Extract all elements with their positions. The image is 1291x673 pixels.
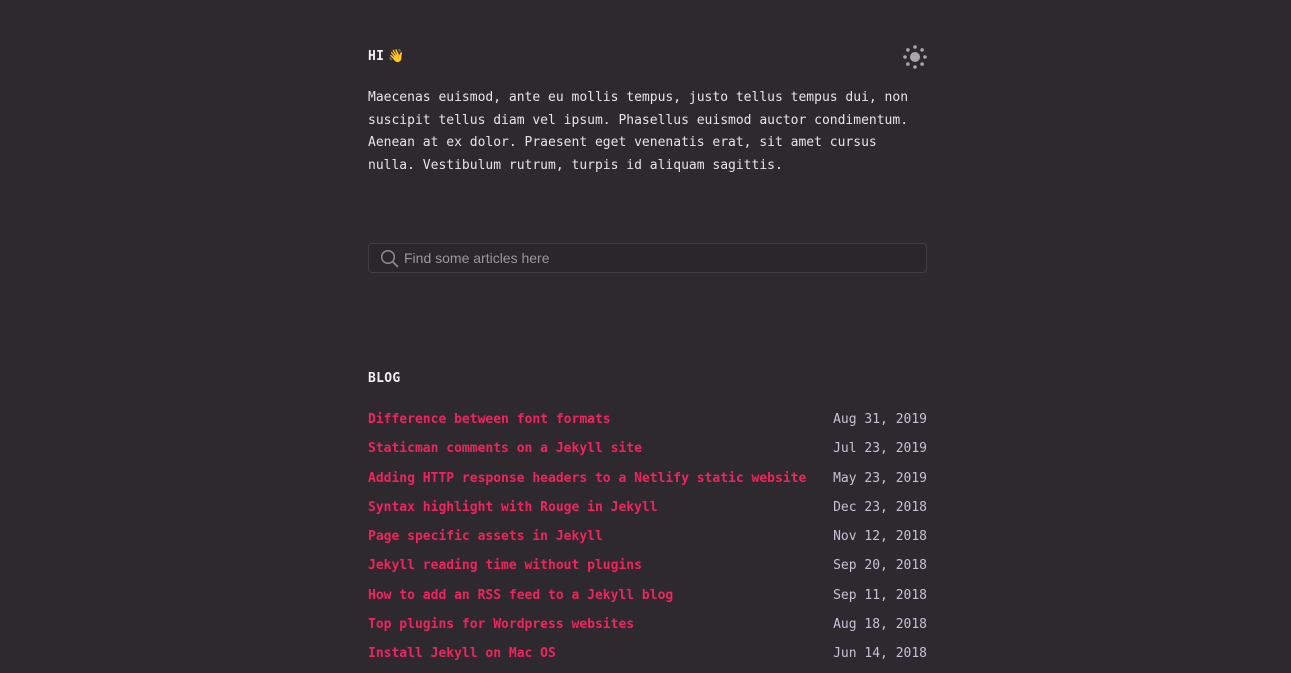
- post-date: Aug 18, 2018: [833, 617, 927, 633]
- list-item: How to add an RSS feed to a Jekyll blog …: [368, 585, 927, 614]
- sun-icon: [903, 45, 927, 69]
- list-item: Difference between font formats Aug 31, …: [368, 409, 927, 438]
- post-date: Sep 20, 2018: [833, 558, 927, 574]
- post-link[interactable]: Difference between font formats: [368, 412, 611, 427]
- list-item: Top plugins for Wordpress websites Aug 1…: [368, 614, 927, 643]
- post-date: Jul 23, 2019: [833, 441, 927, 457]
- list-item: Syntax highlight with Rouge in Jekyll De…: [368, 497, 927, 526]
- search-icon: [380, 249, 399, 268]
- post-date: Sep 11, 2018: [833, 587, 927, 603]
- post-date: Aug 31, 2019: [833, 412, 927, 427]
- list-item: Install Jekyll on Mac OS Jun 14, 2018: [368, 643, 927, 672]
- theme-toggle-button[interactable]: [902, 44, 928, 70]
- post-date: May 23, 2019: [833, 470, 927, 486]
- post-link[interactable]: Jekyll reading time without plugins: [368, 558, 642, 573]
- intro-paragraph: Maecenas euismod, ante eu mollis tempus,…: [368, 90, 909, 174]
- list-item: Adding HTTP response headers to a Netlif…: [368, 468, 927, 497]
- post-link[interactable]: Page specific assets in Jekyll: [368, 529, 603, 544]
- list-item: Page specific assets in Jekyll Nov 12, 2…: [368, 526, 927, 555]
- post-link[interactable]: Syntax highlight with Rouge in Jekyll: [368, 500, 658, 515]
- search-input[interactable]: [404, 244, 914, 272]
- post-link[interactable]: Install Jekyll on Mac OS: [368, 646, 556, 661]
- page-header: HI 👋: [368, 44, 928, 70]
- post-date: Dec 23, 2018: [833, 499, 927, 515]
- greeting-text: HI: [368, 49, 385, 64]
- search-box[interactable]: [368, 243, 927, 273]
- blog-post-list: Difference between font formats Aug 31, …: [368, 409, 927, 673]
- post-link[interactable]: How to add an RSS feed to a Jekyll blog: [368, 588, 673, 603]
- post-link[interactable]: Adding HTTP response headers to a Netlif…: [368, 471, 806, 486]
- greeting-heading: HI 👋: [368, 49, 405, 64]
- blog-section-title: BLOG: [368, 371, 401, 386]
- post-link[interactable]: Staticman comments on a Jekyll site: [368, 441, 642, 456]
- list-item: Jekyll reading time without plugins Sep …: [368, 555, 927, 584]
- list-item: Staticman comments on a Jekyll site Jul …: [368, 438, 927, 467]
- post-date: Jun 14, 2018: [833, 646, 927, 662]
- waving-hand-icon: 👋: [388, 49, 405, 64]
- post-date: Nov 12, 2018: [833, 529, 927, 545]
- post-link[interactable]: Top plugins for Wordpress websites: [368, 617, 634, 632]
